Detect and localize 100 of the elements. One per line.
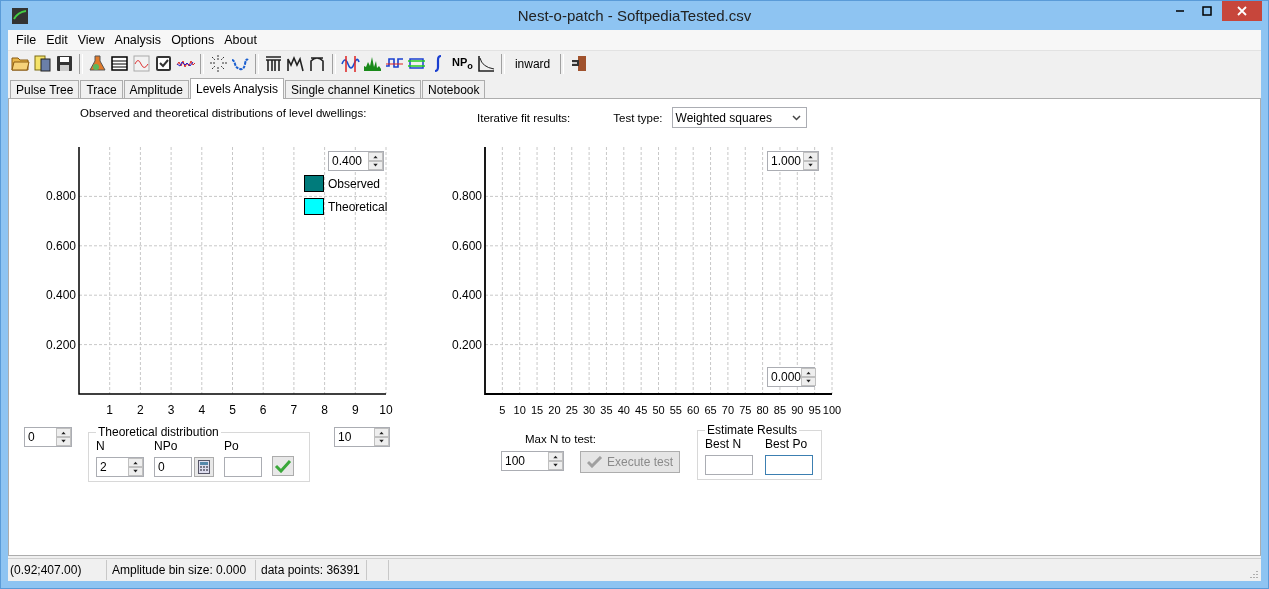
spin-up-icon[interactable] (56, 428, 71, 437)
y-tick-label: 0.600 (45, 238, 76, 253)
x-tick-label: 75 (739, 404, 752, 416)
y-max-spinbox[interactable]: 0.400 (328, 151, 384, 171)
comb-icon[interactable] (264, 54, 283, 73)
spin-up-icon[interactable] (368, 152, 383, 161)
close-button[interactable] (1222, 1, 1262, 21)
x-tick-label: 10 (513, 404, 526, 416)
spin-up-icon[interactable] (801, 368, 817, 377)
menu-item[interactable]: File (11, 33, 42, 47)
y-tick-label: 0.800 (451, 189, 482, 204)
y-tick-label: 0.400 (451, 288, 482, 303)
maximize-icon (1201, 6, 1212, 16)
legend-label: Theoretical (328, 199, 388, 214)
x-tick-label: 50 (652, 404, 665, 416)
spin-up-icon[interactable] (548, 452, 563, 461)
n-spinbox[interactable]: 2 (96, 457, 144, 477)
spin-down-icon[interactable] (368, 161, 383, 170)
spin-down-icon[interactable] (128, 467, 143, 476)
app-icon (11, 6, 29, 25)
tab[interactable]: Single channel Kinetics (285, 80, 422, 98)
flask-icon[interactable] (88, 54, 107, 73)
best-n-field[interactable] (705, 455, 754, 475)
po-field[interactable] (224, 457, 262, 477)
spin-up-icon[interactable] (803, 152, 818, 161)
decay-curve-icon[interactable] (476, 54, 496, 73)
menu-item[interactable]: About (219, 33, 262, 47)
tab[interactable]: Notebook (422, 80, 486, 98)
field-label: Best N (705, 437, 743, 451)
x-tick-label: 10 (379, 403, 393, 417)
x-tick-label: 20 (548, 404, 561, 416)
x-tick-label: 70 (721, 404, 735, 416)
spin-down-icon[interactable] (548, 461, 563, 470)
y-tick-label: 0.200 (451, 337, 482, 352)
calculator-button[interactable] (194, 457, 214, 477)
arch-icon[interactable] (308, 54, 327, 73)
x-tick-label: 45 (635, 404, 648, 416)
field-label: Best Po (765, 437, 809, 451)
spin-down-icon[interactable] (801, 377, 817, 386)
max-n-label: Max N to test: (525, 433, 597, 445)
best-po-field[interactable] (765, 455, 814, 475)
checkbox-icon[interactable] (154, 54, 173, 73)
x-tick-label: 65 (704, 404, 717, 416)
y-tick-label: 0.400 (45, 288, 76, 303)
npo-button[interactable]: NP$_{o}$ (451, 55, 474, 72)
spin-up-icon[interactable] (128, 458, 143, 467)
peaks-icon[interactable] (286, 54, 305, 73)
y-min-spinbox[interactable]: 0.000 (767, 367, 815, 387)
spin-down-icon[interactable] (803, 161, 818, 170)
x-max-spinbox[interactable]: 10 (334, 427, 390, 447)
test-type-dropdown[interactable]: Weighted squares (671, 107, 807, 128)
burst-icon[interactable] (209, 54, 228, 73)
resize-grip-icon[interactable] (1249, 569, 1259, 579)
save-icon[interactable] (55, 54, 74, 73)
x-tick-label: 8 (321, 403, 328, 417)
tab[interactable]: Amplitude (123, 80, 189, 98)
x-tick-label: 90 (791, 404, 804, 416)
x-tick-label: 5 (229, 403, 236, 417)
list-icon[interactable] (110, 54, 129, 73)
exit-door-icon[interactable] (569, 54, 589, 73)
tab[interactable]: Pulse Tree (10, 80, 80, 98)
group-title: Estimate Results (706, 423, 799, 437)
x-tick-label: 2 (137, 403, 144, 417)
database-icon[interactable] (33, 54, 52, 73)
max-n-spinbox[interactable]: 100 (501, 451, 564, 471)
spin-up-icon[interactable] (374, 428, 389, 437)
minimize-icon (1175, 10, 1184, 12)
chart-heading: Observed and theoretical distributions of level dwellings: (80, 107, 368, 119)
x-tick-label: 15 (530, 404, 544, 416)
inward-button[interactable]: inward (509, 56, 556, 71)
field-label: NPo (154, 439, 179, 453)
status-text: data points: 36391 (256, 560, 367, 580)
x-tick-label: 7 (290, 403, 298, 417)
tab[interactable]: Trace (80, 80, 123, 98)
x-min-spinbox[interactable]: 0 (24, 427, 72, 447)
spin-down-icon[interactable] (374, 437, 389, 446)
x-tick-label: 80 (756, 404, 769, 416)
y-tick-label: 0.200 (45, 337, 76, 352)
x-tick-label: 40 (617, 404, 630, 416)
menu-item[interactable]: Analysis (109, 33, 167, 47)
wave-icon[interactable] (341, 54, 360, 73)
field-label: N (96, 439, 106, 453)
checkmark-icon (274, 459, 292, 473)
x-tick-label: 3 (167, 403, 175, 417)
x-tick-label: 6 (259, 403, 267, 417)
x-tick-label: 4 (198, 403, 206, 417)
x-tick-label: 85 (773, 404, 787, 416)
y-max-spinbox[interactable]: 1.000 (767, 151, 819, 171)
menu-item[interactable]: Edit (41, 33, 73, 47)
spin-down-icon[interactable] (56, 437, 71, 446)
legend-label: Observed (328, 176, 381, 191)
menu-item[interactable]: View (72, 33, 110, 47)
menu-item[interactable]: Options (166, 33, 220, 47)
y-tick-label: 0.600 (451, 238, 482, 253)
tab[interactable]: Levels Analysis (190, 78, 285, 99)
folder-icon[interactable] (11, 54, 30, 73)
checkmark-icon (587, 456, 603, 468)
npo-field[interactable]: 0 (154, 457, 192, 477)
x-tick-label: 25 (565, 404, 578, 416)
group-title: Theoretical distribution (97, 425, 220, 439)
